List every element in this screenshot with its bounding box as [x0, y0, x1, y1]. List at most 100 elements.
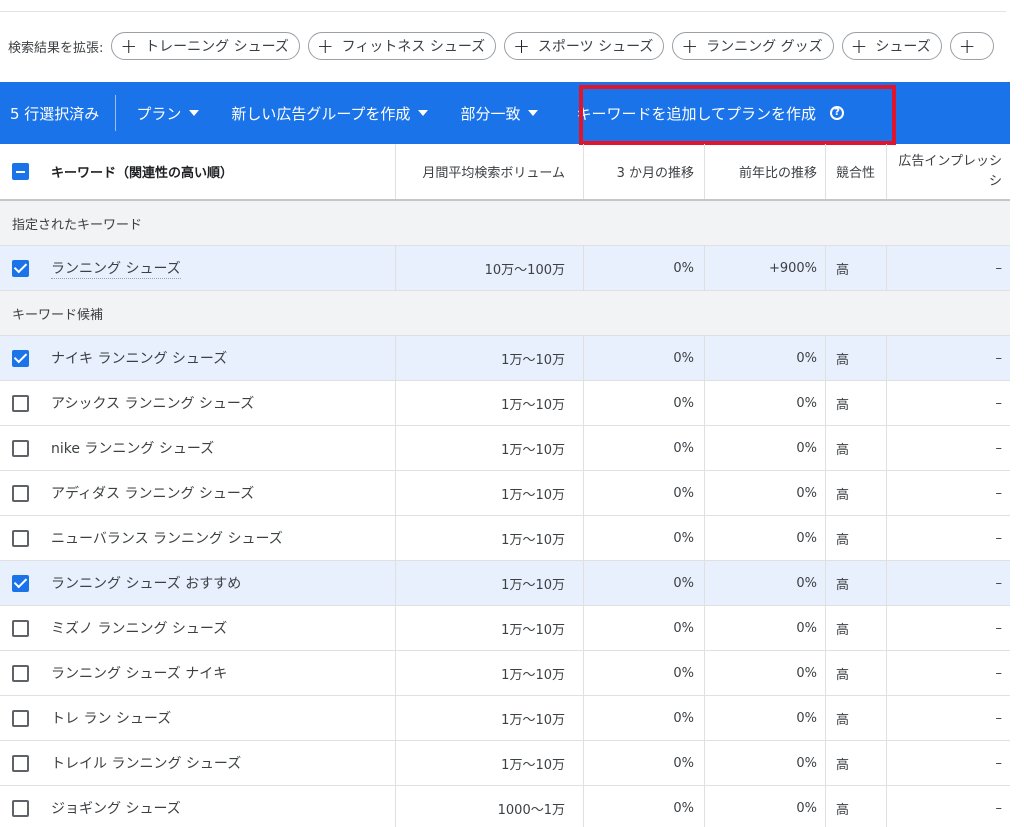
volume-cell: 1万～10万	[396, 426, 584, 470]
keyword-text: ニューバランス ランニング シューズ	[51, 531, 283, 547]
trend-3m-cell: 0%	[584, 651, 705, 695]
table-row[interactable]: ミズノ ランニング シューズ 1万～10万 0% 0% 高 –	[0, 606, 1010, 651]
table-row[interactable]: ジョギング シューズ 1000～1万 0% 0% 高 –	[0, 786, 1010, 827]
keyword-cell: トレイル ランニング シューズ	[0, 741, 396, 785]
expand-chip[interactable]: + トレーニング シューズ	[111, 32, 300, 60]
header-keyword[interactable]: キーワード（関連性の高い順）	[0, 144, 396, 199]
expand-chip-label: シューズ	[875, 39, 931, 55]
row-checkbox[interactable]	[12, 484, 29, 502]
keyword-text: トレイル ランニング シューズ	[51, 756, 242, 772]
row-checkbox[interactable]	[12, 349, 29, 367]
plan-dropdown-label: プラン	[136, 104, 182, 123]
competition-cell: 高	[826, 516, 887, 560]
keyword-cell: ナイキ ランニング シューズ	[0, 336, 396, 380]
new-ad-group-label: 新しい広告グループを作成	[231, 104, 411, 123]
competition-cell: 高	[826, 606, 887, 650]
volume-cell: 1万～10万	[396, 471, 584, 515]
impression-cell: –	[995, 665, 1003, 681]
plan-dropdown[interactable]: プラン	[136, 82, 200, 144]
row-checkbox[interactable]	[12, 709, 29, 727]
keyword-text: アシックス ランニング シューズ	[51, 396, 255, 412]
competition-cell: 高	[826, 246, 887, 290]
table-row[interactable]: ナイキ ランニング シューズ 1万～10万 0% 0% 高 –	[0, 336, 1010, 381]
row-checkbox[interactable]	[12, 664, 29, 682]
help-icon[interactable]: ?	[830, 106, 845, 120]
volume-cell: 1万～10万	[396, 381, 584, 425]
volume-cell: 1万～10万	[396, 696, 584, 740]
header-yoy[interactable]: 前年比の推移	[705, 144, 826, 199]
keyword-text: ランニング シューズ	[51, 258, 181, 279]
trend-3m-cell: 0%	[584, 786, 705, 827]
plus-icon: +	[316, 34, 334, 58]
yoy-cell: 0%	[705, 561, 826, 605]
row-checkbox[interactable]	[12, 394, 29, 412]
expand-chip[interactable]: +	[949, 32, 995, 60]
group-keyword-candidates: キーワード候補	[0, 291, 1010, 336]
table-row[interactable]: ランニング シューズ 10万～100万 0% +900% 高 –	[0, 246, 1010, 291]
plus-icon: +	[513, 34, 530, 58]
row-checkbox[interactable]	[12, 754, 29, 772]
table-row[interactable]: ニューバランス ランニング シューズ 1万～10万 0% 0% 高 –	[0, 516, 1010, 561]
select-all-checkbox[interactable]	[12, 163, 29, 180]
table-row[interactable]: アディダス ランニング シューズ 1万～10万 0% 0% 高 –	[0, 471, 1010, 516]
table-header: キーワード（関連性の高い順） 月間平均検索ボリューム 3 か月の推移 前年比の推…	[0, 144, 1010, 201]
row-checkbox[interactable]	[12, 799, 29, 817]
table-row[interactable]: アシックス ランニング シューズ 1万～10万 0% 0% 高 –	[0, 381, 1010, 426]
competition-cell: 高	[826, 426, 887, 470]
trend-3m-cell: 0%	[584, 381, 705, 425]
yoy-cell: 0%	[705, 471, 826, 515]
table-row[interactable]: ランニング シューズ ナイキ 1万～10万 0% 0% 高 –	[0, 651, 1010, 696]
table-row[interactable]: ランニング シューズ おすすめ 1万～10万 0% 0% 高 –	[0, 561, 1010, 606]
volume-cell: 1000～1万	[396, 786, 584, 827]
expand-chip[interactable]: + フィットネス シューズ	[307, 32, 497, 60]
row-checkbox[interactable]	[12, 439, 29, 457]
expand-chip-label: ランニング グッズ	[706, 39, 823, 55]
selected-count: 5 行選択済み	[10, 104, 100, 123]
keyword-text: nike ランニング シューズ	[51, 441, 215, 457]
header-impression-share[interactable]: 広告インプレッシ シ	[887, 144, 1010, 199]
volume-cell: 1万～10万	[396, 651, 584, 695]
trend-3m-cell: 0%	[584, 561, 705, 605]
keyword-cell: ミズノ ランニング シューズ	[0, 606, 396, 650]
row-checkbox[interactable]	[12, 259, 29, 277]
yoy-cell: 0%	[705, 786, 826, 827]
trend-3m-cell: 0%	[584, 516, 705, 560]
volume-cell: 1万～10万	[396, 516, 584, 560]
keyword-ideas-table: キーワード（関連性の高い順） 月間平均検索ボリューム 3 か月の推移 前年比の推…	[0, 144, 1010, 827]
yoy-cell: 0%	[705, 381, 826, 425]
impression-cell: –	[995, 260, 1003, 276]
expand-chip[interactable]: + シューズ	[841, 32, 942, 60]
add-keywords-create-plan-button[interactable]: キーワードを追加してプランを作成 ?	[558, 82, 854, 144]
caret-down-icon	[418, 110, 429, 116]
plus-icon: +	[681, 34, 699, 58]
match-type-dropdown[interactable]: 部分一致	[460, 82, 539, 144]
selection-action-bar: 5 行選択済み プラン 新しい広告グループを作成 部分一致 キーワードを追加して…	[0, 82, 1010, 144]
impression-cell: –	[995, 395, 1003, 411]
table-row[interactable]: nike ランニング シューズ 1万～10万 0% 0% 高 –	[0, 426, 1010, 471]
row-checkbox[interactable]	[12, 574, 29, 592]
header-volume[interactable]: 月間平均検索ボリューム	[396, 144, 584, 199]
competition-cell: 高	[826, 786, 887, 827]
keyword-text: アディダス ランニング シューズ	[51, 486, 255, 502]
header-competition[interactable]: 競合性	[826, 144, 887, 199]
row-checkbox[interactable]	[12, 529, 29, 547]
plus-icon: +	[850, 34, 868, 58]
row-checkbox[interactable]	[12, 619, 29, 637]
header-keyword-label: キーワード（関連性の高い順）	[51, 166, 234, 181]
match-type-label: 部分一致	[460, 104, 521, 123]
volume-cell: 1万～10万	[396, 606, 584, 650]
expand-chip[interactable]: + ランニング グッズ	[672, 32, 834, 60]
expand-chip[interactable]: + スポーツ シューズ	[504, 32, 665, 60]
trend-3m-cell: 0%	[584, 696, 705, 740]
table-row[interactable]: トレ ラン シューズ 1万～10万 0% 0% 高 –	[0, 696, 1010, 741]
keyword-cell: ジョギング シューズ	[0, 786, 396, 827]
trend-3m-cell: 0%	[584, 471, 705, 515]
header-trend-3m[interactable]: 3 か月の推移	[584, 144, 705, 199]
top-divider	[0, 11, 1006, 12]
header-impression-line2: シ	[988, 173, 1002, 189]
caret-down-icon	[528, 110, 539, 116]
new-ad-group-dropdown[interactable]: 新しい広告グループを作成	[231, 82, 429, 144]
keyword-cell: ランニング シューズ	[0, 246, 396, 290]
table-row[interactable]: トレイル ランニング シューズ 1万～10万 0% 0% 高 –	[0, 741, 1010, 786]
competition-cell: 高	[826, 651, 887, 695]
